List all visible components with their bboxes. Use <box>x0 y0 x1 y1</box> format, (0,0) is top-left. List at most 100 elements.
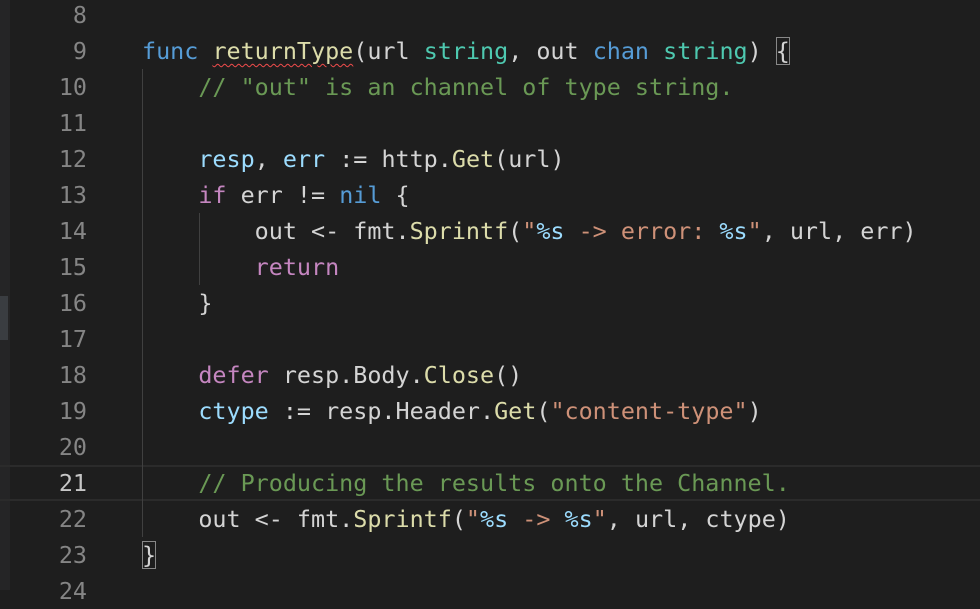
line-number: 15 <box>58 253 87 281</box>
code-token: resp <box>198 145 255 173</box>
code-editor[interactable]: 8 9 func returnType(url string, out chan s… <box>0 0 980 605</box>
code-line[interactable]: 17 <box>0 321 980 357</box>
code-token: chan <box>592 37 650 65</box>
code-line[interactable]: 16 } <box>0 285 980 321</box>
line-number: 24 <box>58 577 87 605</box>
line-number: 22 <box>58 505 87 533</box>
code-token: %s <box>564 505 593 533</box>
line-number: 9 <box>72 37 87 65</box>
code-token: " <box>522 217 537 245</box>
code-text[interactable]: if err != nil { <box>142 177 410 213</box>
code-token: ) <box>747 397 762 425</box>
code-line[interactable]: 13 if err != nil { <box>0 177 980 213</box>
code-token: , url, err) <box>761 217 917 245</box>
code-text[interactable]: resp, err := http.Get(url) <box>142 141 565 177</box>
code-token: " <box>465 505 481 533</box>
code-token: { <box>775 37 790 65</box>
code-token: Sprintf <box>353 505 452 533</box>
line-number: 12 <box>58 145 87 173</box>
code-token: , url, ctype) <box>606 505 790 533</box>
code-token: %s <box>719 217 748 245</box>
code-token: := http. <box>325 145 452 173</box>
code-token: err != <box>226 181 340 209</box>
line-number: 10 <box>58 73 87 101</box>
code-text[interactable]: out <- fmt.Sprintf("%s -> error: %s", ur… <box>142 213 917 249</box>
code-line[interactable]: 23} <box>0 537 980 573</box>
code-token: () <box>494 361 523 389</box>
code-token: out <- fmt. <box>142 505 354 533</box>
code-text[interactable]: return <box>142 249 340 285</box>
code-token: // Producing the results onto the Channe… <box>198 469 790 497</box>
code-line[interactable]: 10 // "out" is an channel of type string… <box>0 69 980 105</box>
code-text[interactable]: } <box>142 285 212 321</box>
code-line[interactable]: 9 func returnType(url string, out chan st… <box>0 33 980 69</box>
code-token: nil <box>339 181 382 209</box>
code-token: ( <box>451 505 466 533</box>
code-token: resp.Body. <box>268 361 424 389</box>
code-token: err <box>282 145 326 173</box>
code-token: func <box>142 37 199 65</box>
code-token: (url) <box>494 145 565 173</box>
code-line[interactable]: 14 out <- fmt.Sprintf("%s -> error: %s",… <box>0 213 980 249</box>
line-number: 19 <box>58 397 87 425</box>
code-token: -> error: <box>564 217 720 245</box>
line-number: 21 <box>58 469 87 497</box>
code-token: := resp.Header. <box>268 397 495 425</box>
code-token: "content-type" <box>550 397 748 425</box>
code-line[interactable]: 24 <box>0 573 980 609</box>
code-token: } <box>142 289 213 317</box>
code-line[interactable]: 21 // Producing the results onto the Cha… <box>0 465 980 501</box>
code-token: string <box>663 37 748 65</box>
code-text[interactable]: ctype := resp.Header.Get("content-type") <box>142 393 762 429</box>
line-number: 8 <box>72 1 87 29</box>
code-token: (url <box>353 37 424 65</box>
code-line[interactable]: 8 <box>0 0 980 33</box>
code-token: " <box>592 505 607 533</box>
code-token: , out <box>508 37 593 65</box>
indent-guide-function <box>142 69 143 537</box>
code-text[interactable]: // "out" is an channel of type string. <box>142 69 733 105</box>
code-token: " <box>747 217 762 245</box>
code-token: string <box>423 37 509 65</box>
line-number: 16 <box>58 289 87 317</box>
code-token: ctype <box>198 397 269 425</box>
code-token: Get <box>494 397 537 425</box>
code-token: if <box>198 181 227 209</box>
code-line[interactable]: 18 defer resp.Body.Close() <box>0 357 980 393</box>
code-token: } <box>142 541 157 569</box>
indent-guide-if-block <box>199 213 200 285</box>
line-number: 23 <box>58 541 87 569</box>
code-token: Sprintf <box>409 217 509 245</box>
code-line[interactable]: 20 <box>0 429 980 465</box>
code-token: , <box>254 145 283 173</box>
code-token: { <box>381 181 410 209</box>
code-text[interactable]: defer resp.Body.Close() <box>142 357 522 393</box>
code-token: ( <box>508 217 523 245</box>
code-text[interactable]: out <- fmt.Sprintf("%s -> %s", url, ctyp… <box>142 501 790 537</box>
code-token: %s <box>480 505 509 533</box>
code-line[interactable]: 12 resp, err := http.Get(url) <box>0 141 980 177</box>
code-token: returnType <box>212 37 354 65</box>
code-line[interactable]: 15 return <box>0 249 980 285</box>
code-token: %s <box>536 217 565 245</box>
code-text[interactable]: // Producing the results onto the Channe… <box>142 467 790 499</box>
line-number: 17 <box>58 325 87 353</box>
code-line[interactable]: 22 out <- fmt.Sprintf("%s -> %s", url, c… <box>0 501 980 537</box>
code-token: ) <box>747 37 776 65</box>
code-text[interactable]: func returnType(url string, out chan str… <box>142 33 790 69</box>
line-number: 20 <box>58 433 87 461</box>
code-token: Get <box>451 145 495 173</box>
line-number: 13 <box>58 181 87 209</box>
code-line[interactable]: 19 ctype := resp.Header.Get("content-typ… <box>0 393 980 429</box>
code-text[interactable]: } <box>142 537 157 573</box>
code-token: return <box>254 253 340 281</box>
code-line[interactable]: 11 <box>0 105 980 141</box>
line-number: 18 <box>58 361 87 389</box>
